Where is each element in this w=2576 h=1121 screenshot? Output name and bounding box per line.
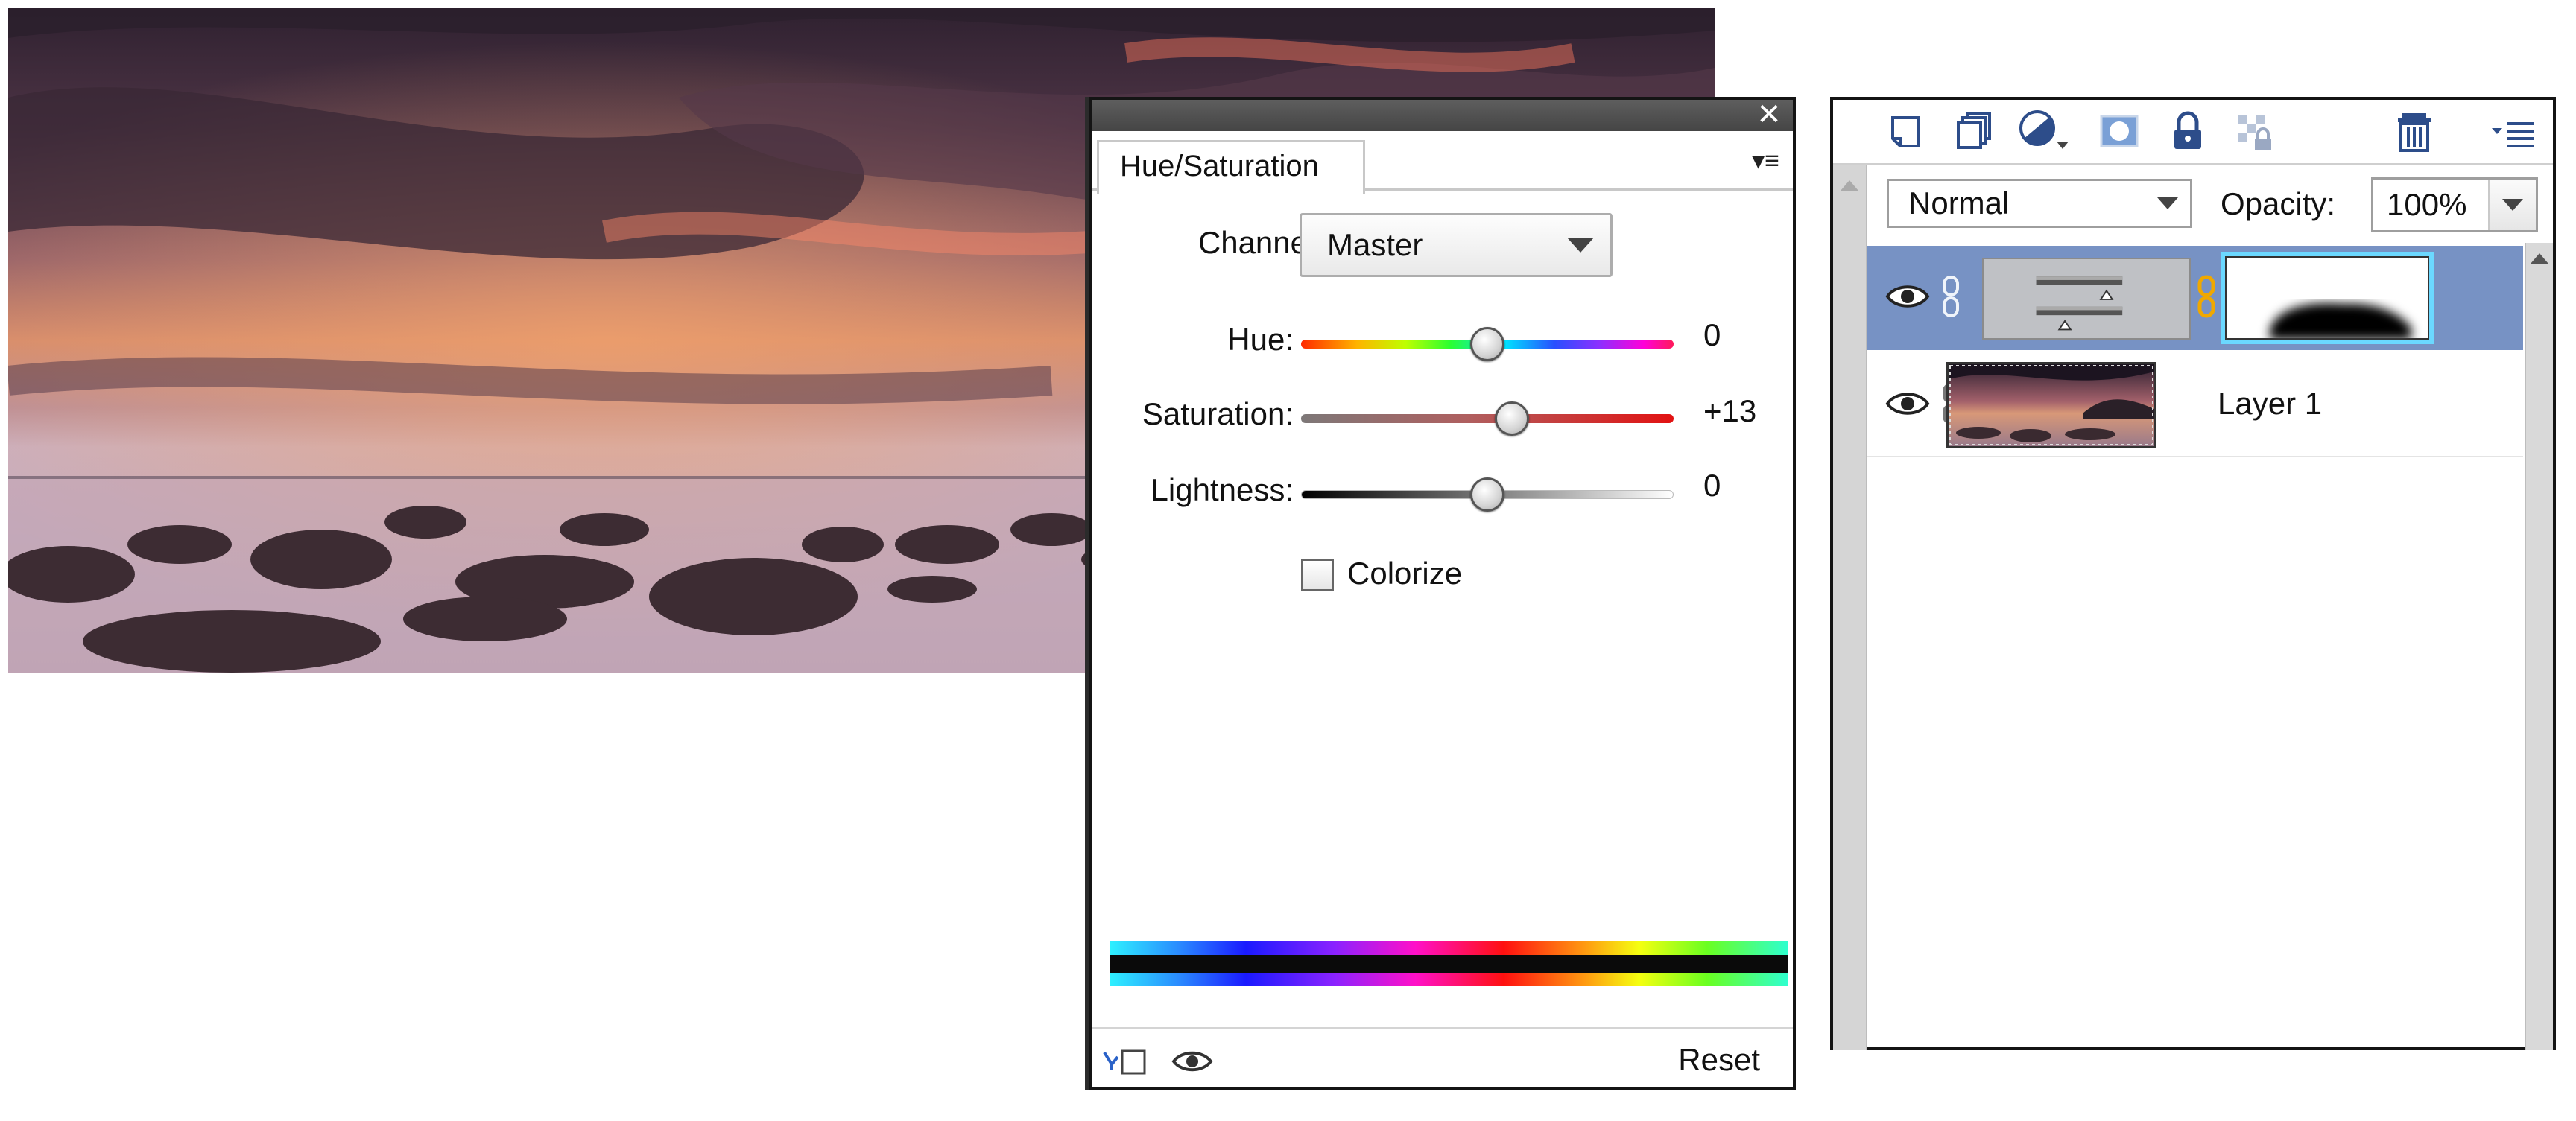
layers-panel: Normal Opacity: 100% Layer 1 [1830,97,2556,1050]
range-divider-bar [1110,955,1788,974]
opacity-input[interactable]: 100% [2371,177,2538,232]
layer-mask-icon[interactable] [2097,109,2142,153]
new-layer-icon[interactable] [1885,109,1930,153]
lightness-slider-thumb[interactable] [1470,477,1504,512]
lock-transparency-icon[interactable] [2232,109,2277,153]
opacity-value: 100% [2387,187,2467,222]
channel-value: Master [1327,227,1423,262]
hue-slider-thumb[interactable] [1470,327,1504,361]
panel-tab-strip: Hue/Saturation ▾≡ [1092,131,1793,194]
lightness-value: 0 [1703,468,1721,503]
layers-toolbar [1833,100,2553,165]
layer-row-adjustment[interactable] [1867,246,2523,350]
eye-icon[interactable] [1885,280,1930,313]
chevron-down-icon [1567,238,1594,253]
hue-saturation-panel: ✕ Hue/Saturation ▾≡ Channel: Master Hue:… [1089,97,1796,1090]
chevron-down-icon [2502,199,2523,211]
clip-to-layer-icon[interactable] [1101,1047,1153,1076]
opacity-label: Opacity: [2221,186,2336,221]
color-range-bars [1110,941,1788,986]
mask-link-icon[interactable] [2195,273,2218,320]
colorize-checkbox[interactable] [1301,559,1334,591]
panel-menu-icon[interactable]: ▾≡ [1752,146,1779,176]
layer-1-thumbnail[interactable] [1946,362,2156,448]
hue-saturation-adjustment-thumbnail[interactable] [1982,258,2191,340]
channel-dropdown[interactable]: Master [1300,213,1613,277]
hue-label: Hue: [1227,322,1294,357]
close-icon[interactable]: ✕ [1756,100,1782,130]
scroll-up-icon[interactable] [1841,180,1858,191]
reset-button[interactable]: Reset [1678,1042,1760,1078]
opacity-dropdown-button[interactable] [2488,180,2536,230]
saturation-label: Saturation: [1142,396,1294,431]
blend-mode-dropdown[interactable]: Normal [1887,179,2192,228]
output-spectrum-bar [1110,973,1788,986]
colorize-label: Colorize [1347,556,1463,591]
delete-layer-icon[interactable] [2392,109,2437,153]
panel-footer: Reset [1092,1027,1793,1090]
eye-icon[interactable] [1885,387,1930,420]
layers-list-scrollbar[interactable] [2525,243,2553,1050]
lock-all-icon[interactable] [2165,109,2210,153]
saturation-slider-track[interactable] [1301,414,1674,423]
saturation-slider-thumb[interactable] [1494,401,1529,436]
saturation-value: +13 [1703,393,1757,428]
scroll-up-icon[interactable] [2531,253,2548,264]
lightness-label: Lightness: [1151,472,1294,507]
chevron-down-icon [2157,197,2178,209]
eye-icon[interactable] [1171,1048,1213,1075]
new-group-icon[interactable] [1952,109,1997,153]
blend-mode-value: Normal [1908,185,2010,220]
adjustment-layer-icon[interactable] [2016,109,2073,153]
layer-row-layer-1[interactable]: Layer 1 [1867,353,2523,457]
hue-value: 0 [1703,317,1721,352]
channel-label: Channel: [1197,225,1323,260]
panel-menu-icon[interactable] [2489,109,2538,153]
layers-side-scrollbar[interactable] [1833,165,1867,1050]
link-icon[interactable] [1936,273,1966,320]
layer-name[interactable]: Layer 1 [2218,386,2322,422]
input-spectrum-bar [1110,941,1788,956]
panel-title-bar[interactable]: ✕ [1092,100,1793,131]
layer-mask-thumbnail[interactable] [2221,252,2434,344]
tab-hue-saturation[interactable]: Hue/Saturation [1097,140,1365,194]
